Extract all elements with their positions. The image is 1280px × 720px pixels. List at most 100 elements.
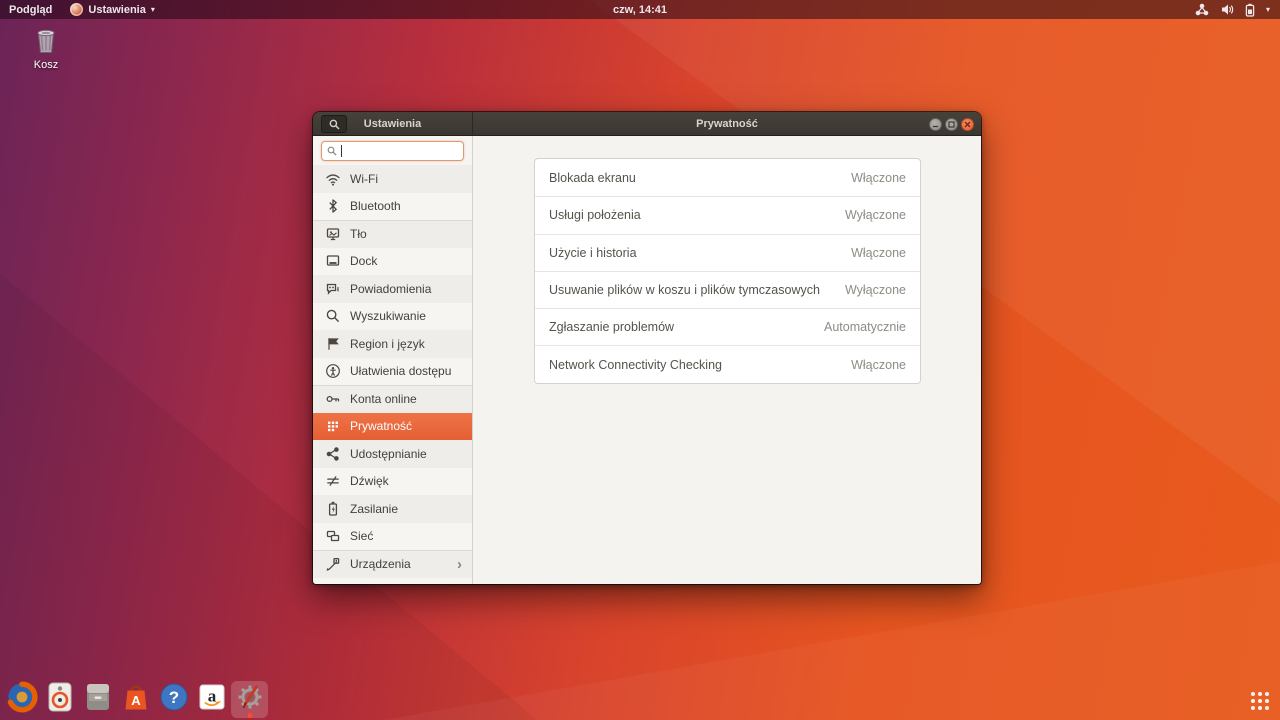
headerbar-panel-section: Prywatność (473, 112, 981, 135)
search-icon (325, 308, 341, 324)
minimize-button[interactable] (929, 118, 942, 131)
window-title-panel: Prywatność (696, 118, 758, 130)
privacy-row[interactable]: Użycie i historia Włączone (535, 234, 920, 271)
settings-sidebar-list: Wi-Fi Bluetooth Tło Dock Powiadomienia W… (313, 165, 472, 578)
accessibility-icon (325, 363, 341, 379)
search-input[interactable] (321, 141, 464, 161)
sidebar-item-label: Zasilanie (350, 502, 398, 516)
sidebar-item-label: Prywatność (350, 419, 412, 433)
privacy-row[interactable]: Usuwanie plików w koszu i plików tymczas… (535, 271, 920, 308)
sidebar-item-wyszukiwanie[interactable]: Wyszukiwanie (313, 303, 472, 331)
sidebar-item-label: Ułatwienia dostępu (350, 364, 451, 378)
privacy-icon (325, 418, 341, 434)
dock-item-firefox[interactable] (3, 681, 40, 718)
trash-can-icon (29, 24, 63, 58)
notifications-icon (325, 281, 341, 297)
privacy-row-value: Wyłączone (845, 208, 906, 222)
rhythmbox-icon (44, 681, 76, 718)
sidebar-item-bluetooth[interactable]: Bluetooth (313, 193, 472, 221)
sidebar-item-label: Powiadomienia (350, 282, 431, 296)
sidebar-item-label: Wi-Fi (350, 172, 378, 186)
close-button[interactable] (961, 118, 974, 131)
show-applications-icon[interactable] (1251, 692, 1269, 710)
search-icon (327, 146, 337, 156)
sidebar-item-label: Urządzenia (350, 557, 411, 571)
clock[interactable]: czw, 14:41 (0, 4, 1280, 16)
dock-item-ubuntu-software[interactable]: A (117, 681, 154, 718)
sidebar-item-label: Udostępnianie (350, 447, 427, 461)
top-bar: Podgląd Ustawienia ▾ czw, 14:41 ▾ (0, 0, 1280, 19)
privacy-row-label: Usługi położenia (549, 208, 641, 222)
background-icon (325, 226, 341, 242)
files-icon (82, 681, 114, 718)
svg-text:?: ? (168, 688, 178, 707)
dock-item-help[interactable]: ? (155, 681, 192, 718)
privacy-row-label: Zgłaszanie problemów (549, 320, 674, 334)
privacy-row[interactable]: Usługi położenia Wyłączone (535, 196, 920, 233)
sidebar-item-dzwiek[interactable]: Dźwięk (313, 468, 472, 496)
ubuntu-software-icon: A (120, 681, 152, 718)
svg-text:a: a (207, 687, 216, 706)
sidebar-item-prywatnosc[interactable]: Prywatność (313, 413, 472, 441)
headerbar-sidebar-section: Ustawienia (313, 112, 473, 135)
sidebar-item-wifi[interactable]: Wi-Fi (313, 165, 472, 193)
devices-icon (325, 556, 341, 572)
sidebar-item-urzadzenia[interactable]: Urządzenia › (313, 550, 472, 578)
sharing-icon (325, 446, 341, 462)
sidebar-item-label: Konta online (350, 392, 417, 406)
privacy-row-value: Włączone (851, 171, 906, 185)
sidebar-item-zasilanie[interactable]: Zasilanie (313, 495, 472, 523)
power-icon (325, 501, 341, 517)
online-accounts-icon (325, 391, 341, 407)
sidebar-item-konta-online[interactable]: Konta online (313, 385, 472, 413)
privacy-row-label: Usuwanie plików w koszu i plików tymczas… (549, 283, 820, 297)
privacy-row-value: Włączone (851, 246, 906, 260)
dock-item-amazon[interactable]: a (193, 681, 230, 718)
sidebar-item-dock[interactable]: Dock (313, 248, 472, 276)
dock-item-rhythmbox[interactable] (41, 681, 78, 718)
sidebar-item-ulatwienia-dostepu[interactable]: Ułatwienia dostępu (313, 358, 472, 386)
trash-desktop-icon[interactable]: Kosz (23, 24, 69, 71)
sidebar-item-label: Wyszukiwanie (350, 309, 426, 323)
battery-icon (1245, 3, 1255, 17)
privacy-settings-group: Blokada ekranu Włączone Usługi położenia… (534, 158, 921, 384)
sidebar-item-label: Region i język (350, 337, 425, 351)
dock-item-files[interactable] (79, 681, 116, 718)
headerbar[interactable]: Ustawienia Prywatność (313, 112, 981, 136)
sidebar-item-label: Tło (350, 227, 367, 241)
privacy-panel: Blokada ekranu Włączone Usługi położenia… (473, 136, 981, 584)
chevron-down-icon: ▾ (1266, 6, 1270, 14)
dock-item-settings[interactable] (231, 681, 268, 718)
chevron-right-icon: › (457, 557, 462, 572)
maximize-button[interactable] (945, 118, 958, 131)
privacy-row[interactable]: Blokada ekranu Włączone (535, 159, 920, 196)
privacy-row[interactable]: Zgłaszanie problemów Automatycznie (535, 308, 920, 345)
privacy-row-value: Włączone (851, 358, 906, 372)
svg-text:A: A (131, 693, 141, 708)
amazon-icon: a (196, 681, 228, 718)
bluetooth-icon (325, 198, 341, 214)
running-indicator-dot (247, 713, 252, 718)
network-screens-icon (325, 528, 341, 544)
settings-window: Ustawienia Prywatność Wi-Fi Bluetooth Tł… (313, 112, 981, 584)
region-language-icon (325, 336, 341, 352)
sidebar-item-label: Sieć (350, 529, 373, 543)
wifi-icon (325, 171, 341, 187)
privacy-row[interactable]: Network Connectivity Checking Włączone (535, 345, 920, 382)
sidebar-item-siec[interactable]: Sieć (313, 523, 472, 551)
search-toggle-button[interactable] (321, 115, 347, 133)
help-icon: ? (158, 681, 190, 718)
sidebar-item-label: Dźwięk (350, 474, 389, 488)
system-status-area[interactable]: ▾ (1195, 3, 1280, 17)
window-title-sidebar: Ustawienia (364, 118, 421, 130)
dock-items: A ? a (3, 681, 268, 718)
dock-icon (325, 253, 341, 269)
sidebar-item-tlo[interactable]: Tło (313, 220, 472, 248)
sidebar-item-label: Bluetooth (350, 199, 401, 213)
settings-sidebar: Wi-Fi Bluetooth Tło Dock Powiadomienia W… (313, 136, 473, 584)
sidebar-item-region-i-jezyk[interactable]: Region i język (313, 330, 472, 358)
privacy-row-value: Automatycznie (824, 320, 906, 334)
trash-label: Kosz (23, 59, 69, 71)
sidebar-item-powiadomienia[interactable]: Powiadomienia (313, 275, 472, 303)
sidebar-item-udostepnianie[interactable]: Udostępnianie (313, 440, 472, 468)
